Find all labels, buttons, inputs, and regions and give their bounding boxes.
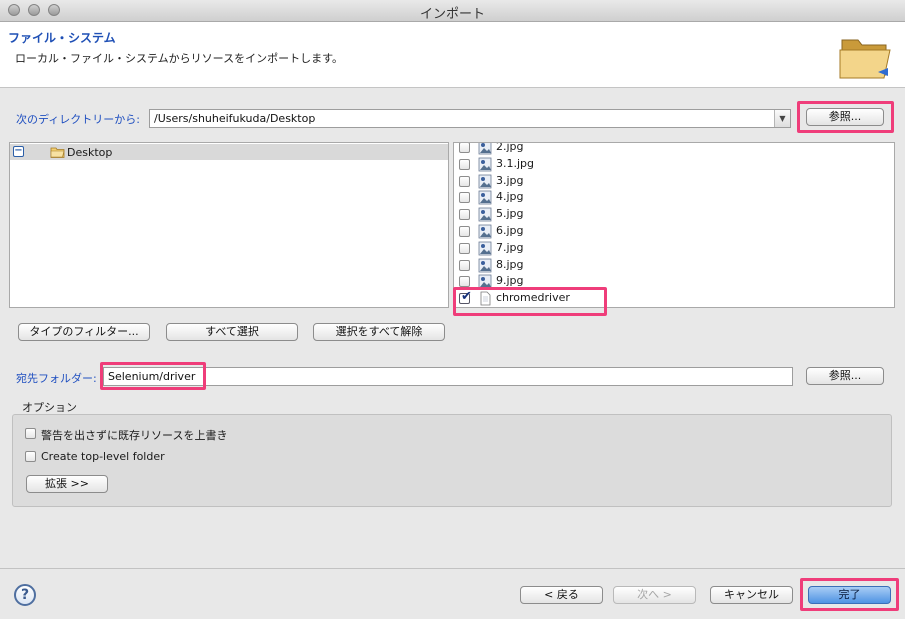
footer-divider [0,568,905,569]
next-button[interactable]: 次へ > [613,586,696,604]
file-list-item[interactable]: 7.jpg [459,241,879,257]
wizard-header: ファイル・システム ローカル・ファイル・システムからリソースをインポートします。 [0,22,905,88]
image-file-icon [478,143,492,155]
source-browse-button[interactable]: 参照... [806,108,884,126]
collapse-icon[interactable]: − [13,146,24,157]
top-level-folder-label: Create top-level folder [41,450,165,463]
destination-folder-label: 宛先フォルダー: [16,372,97,385]
file-name: 3.jpg [496,173,524,187]
source-directory-combo[interactable]: /Users/shuheifukuda/Desktop ▼ [149,109,791,128]
file-list-item[interactable]: 3.1.jpg [459,157,879,173]
folder-tree[interactable]: − Desktop [9,142,449,308]
file-list[interactable]: 2.jpg 3.1.jpg 3.jpg 4.jpg 5.jpg 6.jpg 7.jpg 8.j… [453,142,895,308]
file-name: 6.jpg [496,224,524,237]
file-name: 8.jpg [496,257,524,271]
select-all-button[interactable]: すべて選択 [166,323,298,341]
back-button[interactable]: < 戻る [520,586,603,604]
file-name: chromedriver [496,291,570,305]
options-group: 警告を出さずに既存リソースを上書き Create top-level folde… [12,414,892,507]
window-title: インポート [419,7,485,22]
destination-browse-button[interactable]: 参照... [806,367,884,385]
file-checkbox[interactable] [459,259,470,271]
folder-open-icon [839,39,891,79]
image-file-icon [478,224,492,239]
advanced-button[interactable]: 拡張 >> [26,475,108,493]
file-name: 9.jpg [496,274,524,288]
title-bar: インポート [0,0,905,22]
file-name: 3.1.jpg [496,156,535,170]
deselect-all-button[interactable]: 選択をすべて解除 [313,323,445,341]
file-list-item[interactable]: ✔ chromedriver [459,289,879,307]
file-checkbox[interactable] [459,276,470,288]
page-description: ローカル・ファイル・システムからリソースをインポートします。 [15,52,344,65]
help-icon[interactable]: ? [14,584,36,606]
file-list-item[interactable]: 3.jpg [459,174,879,190]
overwrite-label: 警告を出さずに既存リソースを上書き [41,429,228,442]
document-file-icon [480,291,491,306]
image-file-icon [478,207,492,222]
file-checkbox[interactable] [459,143,470,153]
image-file-icon [478,258,492,272]
options-legend: オプション [22,401,77,414]
chevron-down-icon[interactable]: ▼ [774,110,790,127]
finish-button[interactable]: 完了 [808,586,891,604]
file-checkbox[interactable] [459,175,470,187]
top-level-folder-option[interactable]: Create top-level folder [25,449,225,465]
top-level-folder-checkbox[interactable] [25,451,36,462]
file-checkbox[interactable] [459,226,470,237]
page-title: ファイル・システム [8,31,116,45]
file-list-item[interactable]: 5.jpg [459,207,879,223]
tree-item-label: Desktop [67,146,113,159]
image-file-icon [478,174,492,188]
file-list-item[interactable]: 8.jpg [459,258,879,274]
tree-item-desktop[interactable]: − Desktop [10,144,448,160]
file-checkbox[interactable] [459,209,470,221]
overwrite-option[interactable]: 警告を出さずに既存リソースを上書き [25,426,325,442]
file-list-item[interactable]: 2.jpg [459,142,879,156]
image-file-icon [478,241,492,256]
file-name: 2.jpg [496,142,524,153]
folder-icon [50,147,65,158]
file-name: 7.jpg [496,240,524,254]
file-list-item[interactable]: 6.jpg [459,224,879,240]
checkmark-icon: ✔ [461,289,472,305]
image-file-icon [478,274,492,289]
file-checkbox[interactable] [459,192,470,204]
image-file-icon [478,190,492,205]
file-list-item[interactable]: 9.jpg [459,274,879,290]
file-checkbox[interactable]: ✔ [459,289,472,305]
source-directory-value: /Users/shuheifukuda/Desktop [154,112,316,125]
filter-types-button[interactable]: タイプのフィルター... [18,323,150,341]
destination-folder-input[interactable]: Selenium/driver [103,367,793,386]
image-file-icon [478,157,492,172]
source-directory-label: 次のディレクトリーから: [16,113,140,126]
cancel-button[interactable]: キャンセル [710,586,793,604]
file-checkbox[interactable] [459,242,470,254]
file-name: 5.jpg [496,207,524,221]
file-list-item[interactable]: 4.jpg [459,190,879,206]
overwrite-checkbox[interactable] [25,428,36,439]
file-checkbox[interactable] [459,158,470,170]
file-name: 4.jpg [496,190,524,204]
